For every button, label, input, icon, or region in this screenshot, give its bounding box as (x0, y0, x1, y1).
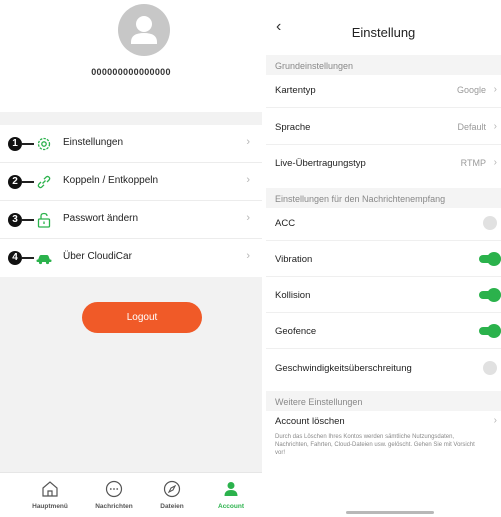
tab-label: Account (218, 503, 244, 510)
row-label: Vibration (275, 254, 313, 265)
callout-badge: 3 (8, 213, 22, 227)
callout-badge: 2 (8, 175, 22, 189)
acc-toggle[interactable] (479, 216, 501, 230)
link-icon (37, 175, 51, 189)
collision-toggle[interactable] (479, 288, 501, 302)
menu-item-settings[interactable]: 1 Einstellungen › (0, 125, 262, 163)
tab-home[interactable]: Hauptmenü (22, 473, 78, 517)
chevron-right-icon: › (493, 84, 497, 95)
row-live-stream-type[interactable]: Live-Übertragungstyp RTMP › (266, 145, 501, 181)
menu-label: Passwort ändern (63, 213, 139, 224)
account-menu: 1 Einstellungen › 2 Koppeln / Entkoppeln… (0, 125, 262, 277)
row-map-type[interactable]: Kartentyp Google › (266, 72, 501, 108)
menu-item-change-password[interactable]: 3 Passwort ändern › (0, 201, 262, 239)
home-icon (42, 481, 58, 497)
callout-line (22, 181, 34, 183)
row-vibration: Vibration (266, 241, 501, 277)
note-line: vor! (275, 450, 286, 456)
avatar[interactable] (118, 4, 170, 56)
row-value: Google (456, 85, 486, 95)
section-title: Einstellungen für den Nachrichtenempfang (275, 194, 446, 204)
profile-header: 000000000000000 (0, 0, 262, 112)
logout-button[interactable]: Logout (82, 302, 202, 333)
row-label: Kollision (275, 290, 311, 301)
tab-label: Nachrichten (95, 503, 133, 510)
tab-bar: Hauptmenü Nachrichten Dateien Account (0, 472, 262, 517)
row-language[interactable]: Sprache Default › (266, 109, 501, 145)
compass-icon (163, 480, 181, 498)
settings-header: ‹ Einstellung (266, 0, 501, 52)
home-indicator (346, 511, 434, 514)
tab-messages[interactable]: Nachrichten (86, 473, 142, 517)
person-icon (131, 16, 157, 44)
menu-item-pairing[interactable]: 2 Koppeln / Entkoppeln › (0, 163, 262, 201)
row-label: Geschwindigkeitsüberschreitung (275, 363, 412, 374)
row-label: ACC (275, 218, 296, 229)
section-title: Grundeinstellungen (275, 61, 354, 71)
callout-badge: 1 (8, 137, 22, 151)
chat-icon (105, 480, 123, 498)
menu-item-about[interactable]: 4 Über CloudiCar › (0, 239, 262, 277)
row-label: Geofence (275, 326, 317, 337)
row-speeding: Geschwindigkeitsüberschreitung (266, 350, 501, 386)
tab-account[interactable]: Account (203, 473, 259, 517)
note-line: Durch das Löschen Ihres Kontos werden sä… (275, 434, 455, 440)
tab-files[interactable]: Dateien (144, 473, 200, 517)
person-icon (224, 482, 238, 496)
callout-line (22, 257, 34, 259)
row-label: Sprache (275, 122, 311, 133)
callout-badge: 4 (8, 251, 22, 265)
unlock-icon (37, 212, 51, 228)
row-delete-account[interactable]: Account löschen › (266, 406, 501, 432)
row-label: Account löschen (275, 416, 345, 427)
menu-label: Einstellungen (63, 137, 124, 148)
callout-line (22, 219, 34, 221)
tab-label: Hauptmenü (32, 503, 68, 510)
geofence-toggle[interactable] (479, 324, 501, 338)
note-line: Nachrichten, Fahrten, Cloud-Dateien usw.… (275, 442, 475, 448)
account-screen: 000000000000000 1 Einstellungen › 2 Kopp… (0, 0, 262, 517)
menu-label: Über CloudiCar (63, 251, 132, 262)
speeding-toggle[interactable] (479, 361, 501, 375)
chevron-right-icon: › (246, 174, 250, 186)
chevron-right-icon: › (246, 136, 250, 148)
gear-icon (37, 137, 51, 151)
row-geofence: Geofence (266, 313, 501, 349)
chevron-right-icon: › (493, 121, 497, 132)
chevron-right-icon: › (493, 415, 497, 426)
delete-account-note: Durch das Löschen Ihres Kontos werden sä… (275, 433, 501, 457)
tab-label: Dateien (160, 503, 184, 510)
chevron-right-icon: › (246, 250, 250, 262)
row-label: Kartentyp (275, 85, 316, 96)
vibration-toggle[interactable] (479, 252, 501, 266)
chevron-right-icon: › (246, 212, 250, 224)
row-acc: ACC (266, 205, 501, 241)
row-label: Live-Übertragungstyp (275, 158, 366, 169)
row-value: Default (457, 122, 486, 132)
menu-label: Koppeln / Entkoppeln (63, 175, 159, 186)
row-collision: Kollision (266, 277, 501, 313)
page-title: Einstellung (351, 25, 416, 40)
settings-screen: ‹ Einstellung Grundeinstellungen Kartent… (266, 0, 501, 517)
chevron-right-icon: › (493, 157, 497, 168)
car-icon (36, 255, 52, 265)
callout-line (22, 143, 34, 145)
user-id: 000000000000000 (91, 67, 171, 77)
row-value: RTMP (460, 158, 486, 168)
